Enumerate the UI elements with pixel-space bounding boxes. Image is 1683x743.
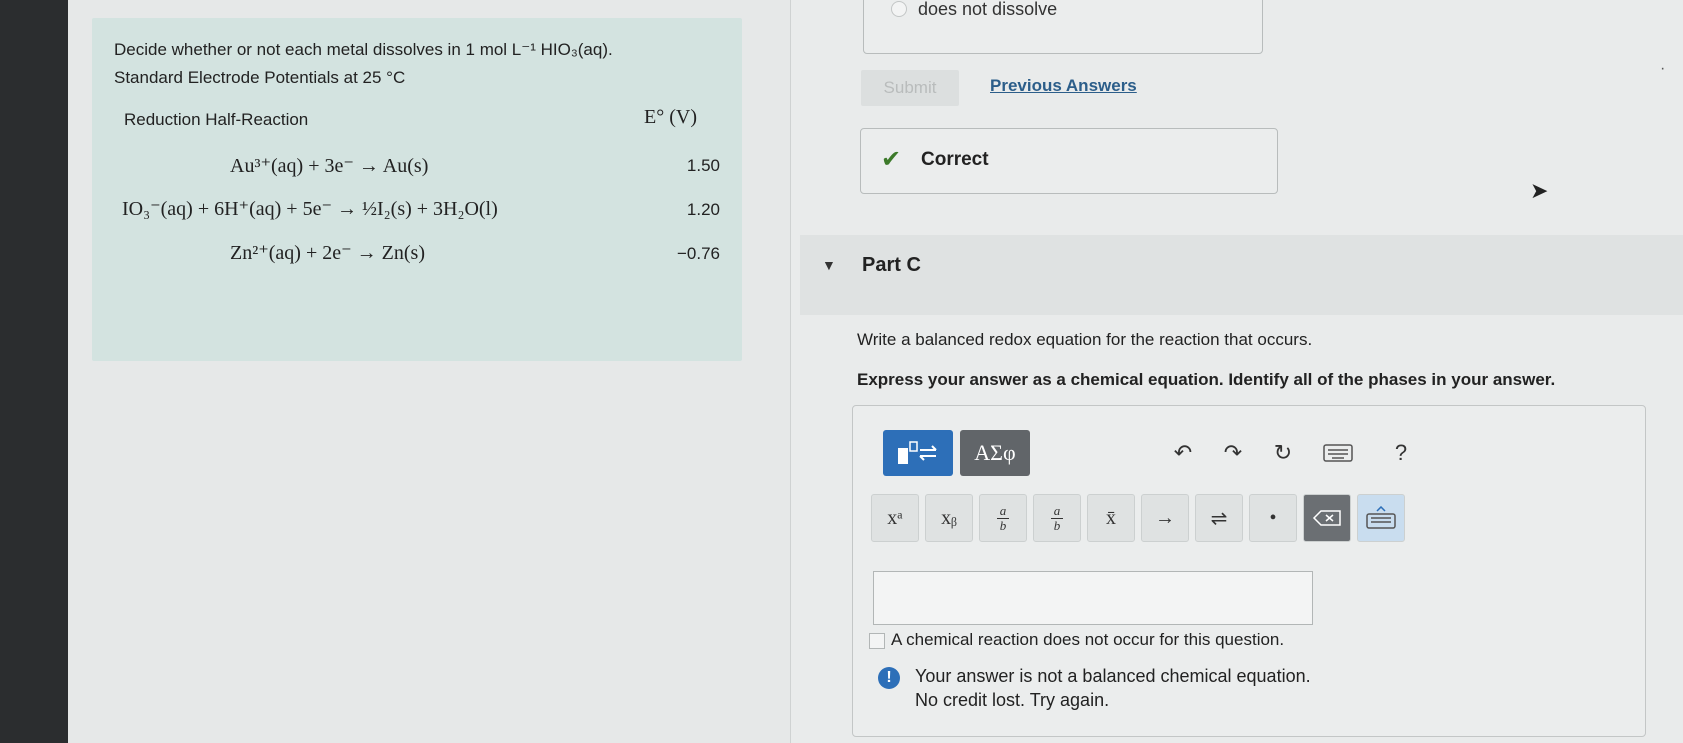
mouse-cursor-icon: ➤ bbox=[1530, 178, 1549, 203]
fraction-alt-icon: ab bbox=[1051, 503, 1063, 533]
undo-icon[interactable]: ↶ bbox=[1163, 430, 1203, 476]
subscript-button[interactable]: xᵦ bbox=[925, 494, 973, 542]
keyboard-toggle-icon bbox=[1366, 506, 1396, 529]
template-icon bbox=[898, 441, 937, 464]
keyboard-icon[interactable] bbox=[1318, 430, 1358, 476]
correct-feedback: ✔ Correct bbox=[860, 128, 1278, 194]
keyboard-toggle-button[interactable] bbox=[1357, 494, 1405, 542]
potential-iodate: 1.20 bbox=[686, 200, 720, 219]
scroll-marker-icon: · bbox=[1660, 60, 1666, 77]
fraction-button[interactable]: ab bbox=[979, 494, 1027, 542]
backspace-icon bbox=[1312, 510, 1341, 526]
help-button[interactable]: ? bbox=[1381, 430, 1421, 476]
column-header-reaction: Reduction Half-Reaction bbox=[124, 110, 309, 129]
reset-icon[interactable]: ↻ bbox=[1263, 430, 1303, 476]
no-reaction-label: A chemical reaction does not occur for t… bbox=[891, 630, 1285, 649]
option-radio[interactable] bbox=[891, 1, 907, 17]
alert-icon: ! bbox=[878, 667, 900, 689]
screen-bezel bbox=[0, 0, 68, 743]
table-title: Standard Electrode Potentials at 25 °C bbox=[114, 68, 406, 87]
potential-zn: −0.76 bbox=[676, 244, 720, 263]
reaction-zn: Zn²⁺(aq) + 2e⁻ → Zn(s) bbox=[230, 242, 425, 264]
reaction-au: Au³⁺(aq) + 3e⁻ → Au(s) bbox=[230, 155, 429, 177]
instruction-bold: Express your answer as a chemical equati… bbox=[857, 370, 1556, 389]
fraction-icon: ab bbox=[997, 503, 1009, 533]
feedback-message: Your answer is not a balanced chemical e… bbox=[915, 666, 1311, 686]
submit-button[interactable]: Submit bbox=[861, 70, 959, 106]
equilibrium-arrow-button[interactable]: ⇌ bbox=[1195, 494, 1243, 542]
no-reaction-checkbox[interactable] bbox=[869, 633, 885, 649]
reaction-iodate: IO₃⁻(aq) + 6H⁺(aq) + 5e⁻ → ½I₂(s) + 3H₂O… bbox=[122, 198, 498, 220]
part-c-header[interactable]: ▼ Part C bbox=[800, 235, 1683, 315]
greek-symbols-button[interactable]: ΑΣφ bbox=[960, 430, 1030, 476]
instruction-text: Write a balanced redox equation for the … bbox=[857, 330, 1313, 349]
backspace-button[interactable] bbox=[1303, 494, 1351, 542]
reaction-arrow-button[interactable]: → bbox=[1141, 494, 1189, 542]
checkmark-icon: ✔ bbox=[881, 146, 902, 173]
feedback-detail: No credit lost. Try again. bbox=[915, 690, 1110, 710]
part-c-title: Part C bbox=[862, 254, 921, 276]
templates-button[interactable] bbox=[883, 430, 953, 476]
redo-icon[interactable]: ↷ bbox=[1213, 430, 1253, 476]
overline-button[interactable]: x̄ bbox=[1087, 494, 1135, 542]
problem-intro: Decide whether or not each metal dissolv… bbox=[114, 40, 613, 59]
fraction-alt-button[interactable]: ab bbox=[1033, 494, 1081, 542]
problem-statement: Decide whether or not each metal dissolv… bbox=[92, 18, 742, 361]
correct-label: Correct bbox=[921, 149, 989, 170]
answer-editor: ΑΣφ ↶ ↷ ↻ ? xᵃ xᵦ ab ab x̄ → ⇌ • A chemi… bbox=[852, 405, 1646, 737]
answer-input[interactable] bbox=[873, 571, 1313, 625]
potential-au: 1.50 bbox=[686, 156, 720, 175]
option-label: does not dissolve bbox=[918, 0, 1058, 19]
dot-button[interactable]: • bbox=[1249, 494, 1297, 542]
caret-down-icon: ▼ bbox=[822, 257, 836, 273]
previous-answers-link[interactable]: Previous Answers bbox=[990, 76, 1137, 96]
answer-option-box: does not dissolve bbox=[863, 0, 1263, 54]
superscript-button[interactable]: xᵃ bbox=[871, 494, 919, 542]
column-header-potential: E° (V) bbox=[644, 106, 697, 128]
